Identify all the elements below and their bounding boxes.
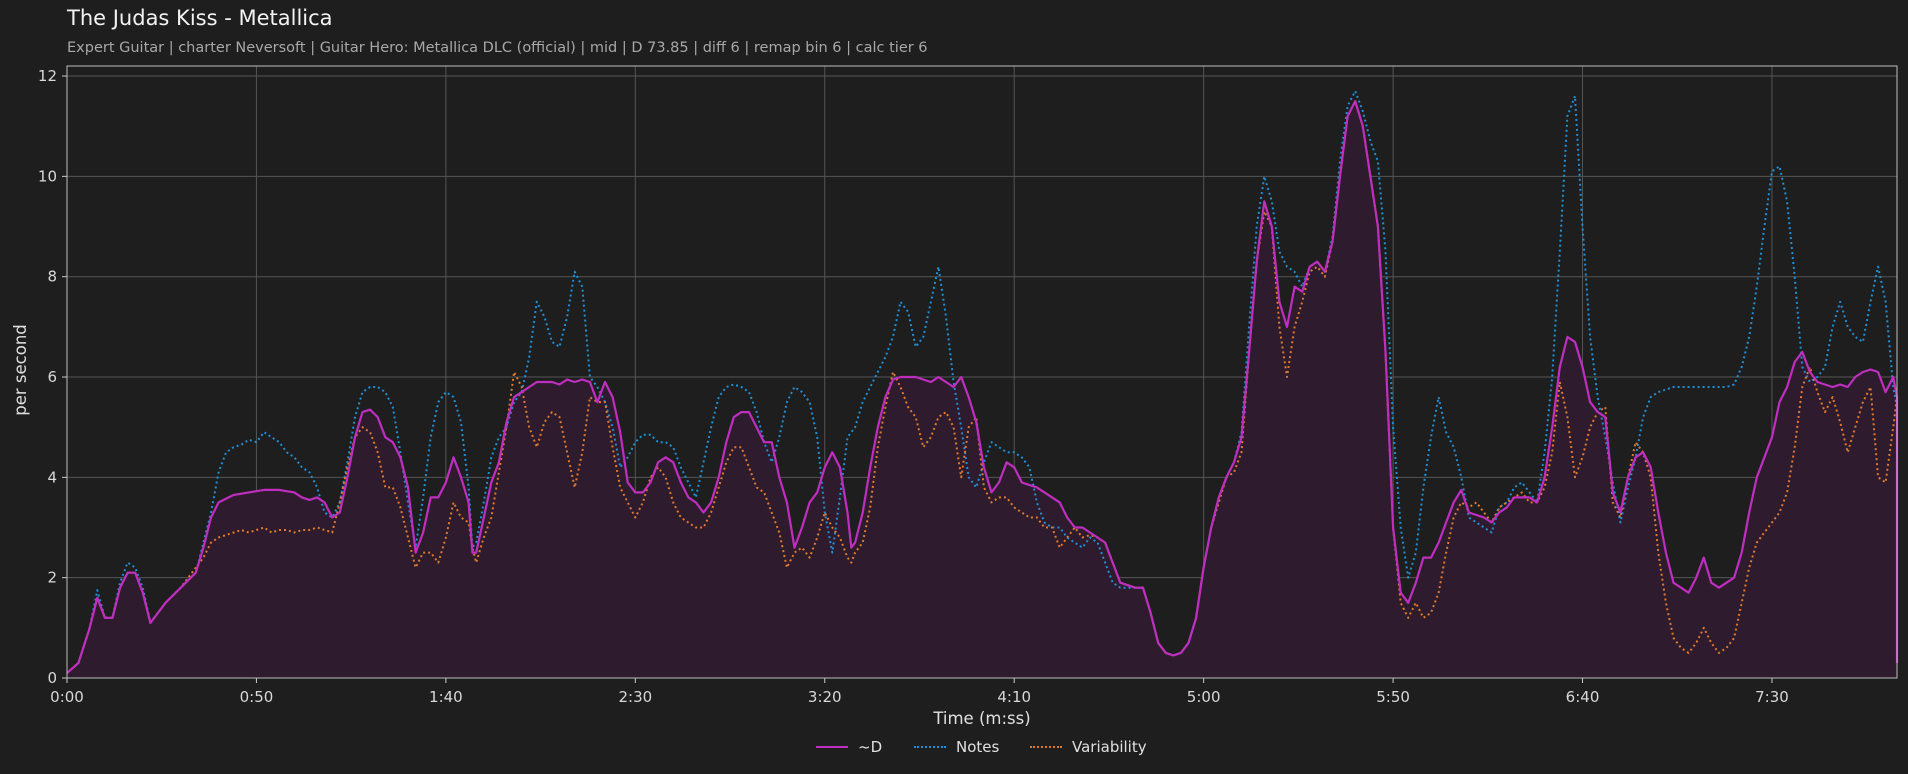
d-area-fill — [67, 101, 1897, 679]
legend: ~D Notes Variability — [0, 736, 1908, 760]
x-tick-label: 3:20 — [808, 688, 842, 706]
x-tick-label: 2:30 — [618, 688, 652, 706]
legend-label-variability: Variability — [1072, 738, 1147, 756]
area-fill-layer — [67, 101, 1897, 679]
line-chart: 0:00 0:50 1:40 2:30 3:20 4:10 5:00 5:50 6:40 7:30… — [11, 65, 1899, 728]
x-tick-label: 4:10 — [997, 688, 1031, 706]
legend-item-notes: Notes — [914, 736, 999, 758]
y-tick-label: 0 — [47, 669, 57, 687]
x-tick-label: 7:30 — [1755, 688, 1789, 706]
x-tick-label: 0:50 — [240, 688, 274, 706]
y-tick-label: 2 — [47, 569, 57, 587]
legend-swatch-variability — [1030, 746, 1062, 748]
x-tick-label: 1:40 — [429, 688, 463, 706]
x-tick-label: 5:50 — [1376, 688, 1410, 706]
legend-swatch-d — [816, 746, 848, 748]
legend-label-notes: Notes — [956, 738, 1000, 756]
legend-label-d: ~D — [858, 738, 883, 756]
legend-item-variability: Variability — [1030, 736, 1147, 758]
x-tick-label: 5:00 — [1187, 688, 1221, 706]
y-tick-label: 4 — [47, 468, 57, 486]
x-axis-label: Time (m:ss) — [932, 709, 1030, 728]
y-tick-label: 6 — [47, 368, 57, 386]
y-tick-label: 12 — [38, 67, 57, 85]
y-axis-label: per second — [11, 324, 30, 416]
y-tick-label: 10 — [38, 167, 57, 185]
legend-item-d: ~D — [816, 736, 882, 758]
x-tick-label: 6:40 — [1566, 688, 1600, 706]
x-tick-label: 0:00 — [50, 688, 84, 706]
y-tick-label: 8 — [47, 268, 57, 286]
legend-swatch-notes — [914, 746, 946, 748]
